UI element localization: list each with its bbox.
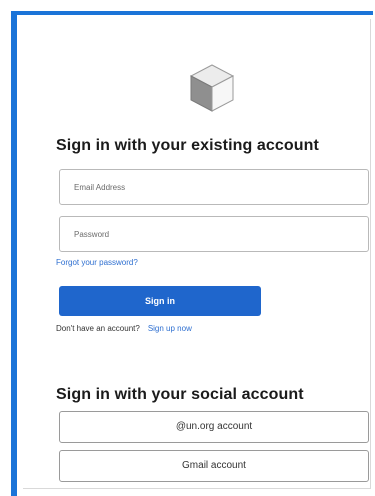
- social-account-heading: Sign in with your social account: [56, 386, 304, 403]
- password-field[interactable]: [59, 216, 369, 252]
- signup-row: Don't have an account? Sign up now: [56, 324, 192, 333]
- sign-up-link[interactable]: Sign up now: [148, 324, 192, 333]
- signin-card: Sign in with your existing account Forgo…: [23, 19, 371, 489]
- cube-icon: [189, 64, 235, 112]
- window-frame: Sign in with your existing account Forgo…: [11, 11, 373, 496]
- sign-in-button[interactable]: Sign in: [59, 286, 261, 316]
- existing-account-heading: Sign in with your existing account: [56, 137, 319, 154]
- forgot-password-link[interactable]: Forgot your password?: [56, 258, 138, 267]
- email-field[interactable]: [59, 169, 369, 205]
- un-org-account-button[interactable]: @un.org account: [59, 411, 369, 443]
- no-account-text: Don't have an account?: [56, 324, 140, 333]
- gmail-account-button[interactable]: Gmail account: [59, 450, 369, 482]
